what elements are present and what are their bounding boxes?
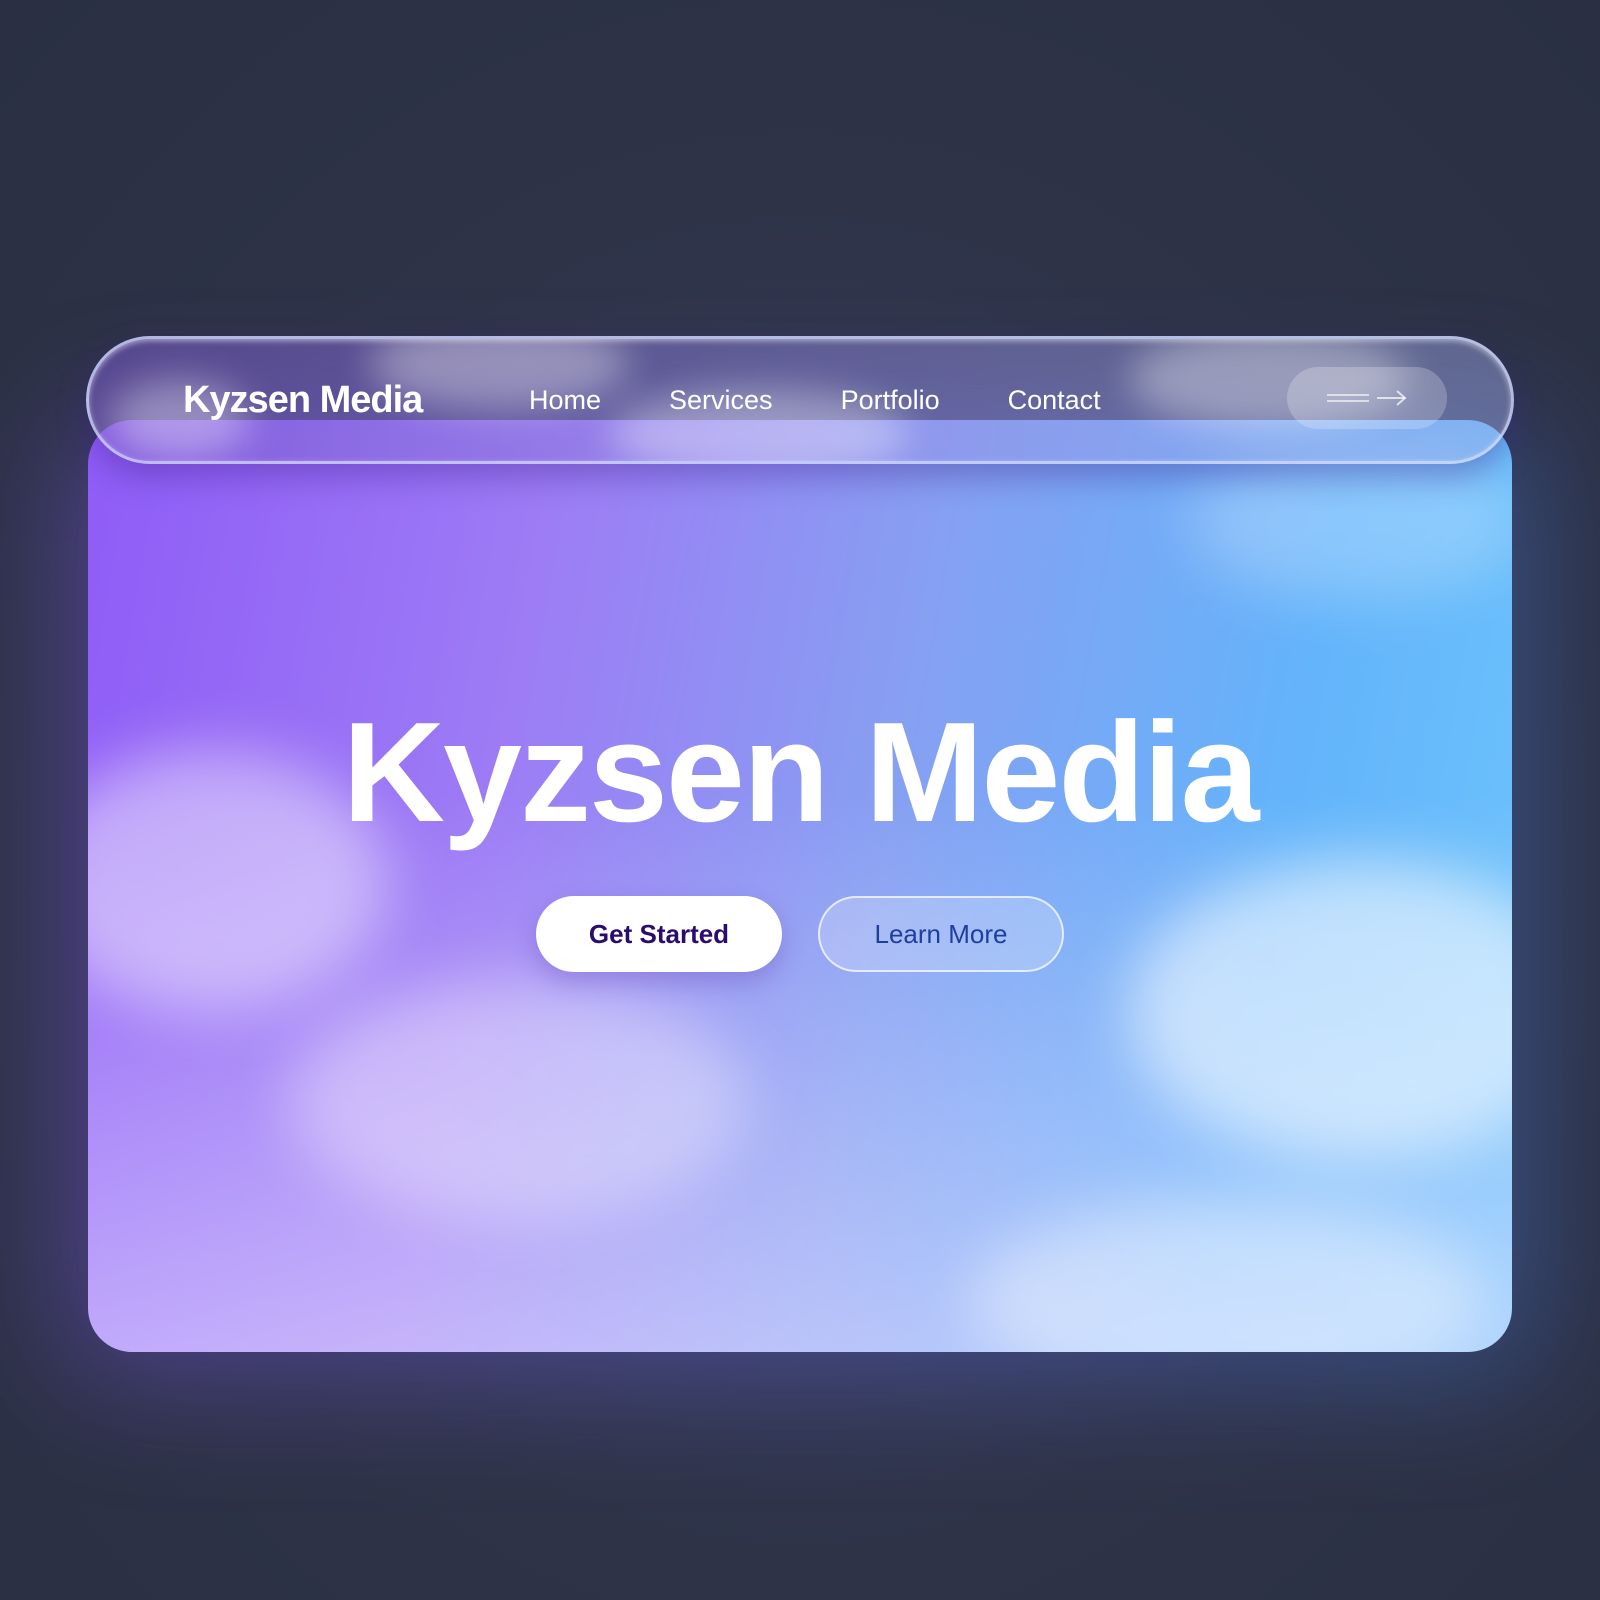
brand-logo[interactable]: Kyzsen Media <box>183 339 423 461</box>
hero-title: Kyzsen Media <box>342 693 1259 852</box>
learn-more-button[interactable]: Learn More <box>818 896 1064 972</box>
nav-link-services[interactable]: Services <box>669 385 773 416</box>
get-started-button[interactable]: Get Started <box>536 896 782 972</box>
cloud-decoration <box>968 1200 1488 1352</box>
navbar: Kyzsen Media Home Services Portfolio Con… <box>86 336 1514 464</box>
cta-row: Get Started Learn More <box>88 896 1512 972</box>
nav-link-home[interactable]: Home <box>529 385 601 416</box>
hero-section: Kyzsen Media Get Started Learn More <box>88 420 1512 1352</box>
nav-link-portfolio[interactable]: Portfolio <box>841 385 940 416</box>
arrow-right-icon <box>1327 390 1407 406</box>
cloud-decoration <box>1188 440 1512 600</box>
nav-link-contact[interactable]: Contact <box>1008 385 1101 416</box>
nav-action-button[interactable] <box>1287 367 1447 429</box>
cloud-decoration <box>288 980 748 1220</box>
nav-links: Home Services Portfolio Contact <box>529 339 1169 461</box>
